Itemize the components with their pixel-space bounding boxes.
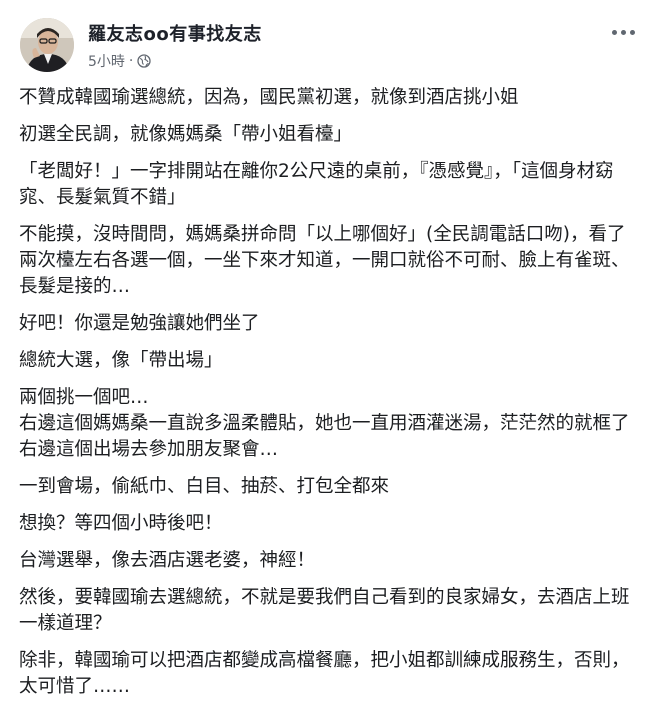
facebook-post: 羅友志oo有事找友志 5小時 · 不贊成韓國瑜選總統，因為，國民黨初選，就像到酒… (0, 0, 658, 716)
post-paragraph: 右邊這個媽媽桑一直說多溫柔體貼，她也一直用酒灌迷湯，茫茫然的就框了右邊這個出場去… (19, 413, 630, 460)
meta-separator: · (128, 53, 134, 69)
post-paragraph: 一到會場，偷紙巾、白目、抽菸、打包全都來 (19, 476, 390, 497)
post-paragraph: 總統大選，像「帶出場」 (19, 350, 223, 371)
more-options-icon (611, 29, 635, 35)
post-body: 不贊成韓國瑜選總統，因為，國民黨初選，就像到酒店挑小姐 初選全民調，就像媽媽桑「… (19, 85, 639, 711)
post-paragraph: 不贊成韓國瑜選總統，因為，國民黨初選，就像到酒店挑小姐 (19, 87, 519, 108)
post-paragraph: 不能摸，沒時間問，媽媽桑拼命問「以上哪個好」(全民調電話口吻)，看了兩次檯左右各… (19, 224, 630, 297)
author-avatar[interactable] (20, 18, 74, 72)
post-paragraph: 然後，要韓國瑜去選總統，不就是要我們自己看到的良家婦女，去酒店上班一樣道理？ (19, 587, 630, 634)
globe-icon[interactable] (137, 54, 152, 68)
avatar-image (20, 18, 74, 72)
post-paragraph: 好吧！你還是勉強讓她們坐了 (19, 313, 260, 334)
post-paragraph: 台灣選舉，像去酒店選老婆，神經！ (19, 550, 316, 571)
post-paragraph: 「老闆好！」一字排開站在離你2公尺遠的桌前，『憑感覺』，「這個身材窈窕、長髮氣質… (19, 161, 614, 208)
post-paragraph: 兩個挑一個吧… (19, 387, 149, 408)
post-paragraph: 想換？等四個小時後吧！ (19, 513, 223, 534)
post-paragraph: 初選全民調，就像媽媽桑「帶小姐看檯」 (19, 124, 353, 145)
post-meta: 5小時 · (88, 51, 152, 71)
author-name[interactable]: 羅友志oo有事找友志 (88, 20, 262, 46)
post-timestamp[interactable]: 5小時 (88, 51, 125, 71)
post-paragraph: 除非，韓國瑜可以把酒店都變成高檔餐廳，把小姐都訓練成服務生，否則，太可惜了…… (19, 650, 630, 697)
more-options-button[interactable] (606, 18, 640, 46)
post-header: 羅友志oo有事找友志 5小時 · (16, 14, 642, 76)
